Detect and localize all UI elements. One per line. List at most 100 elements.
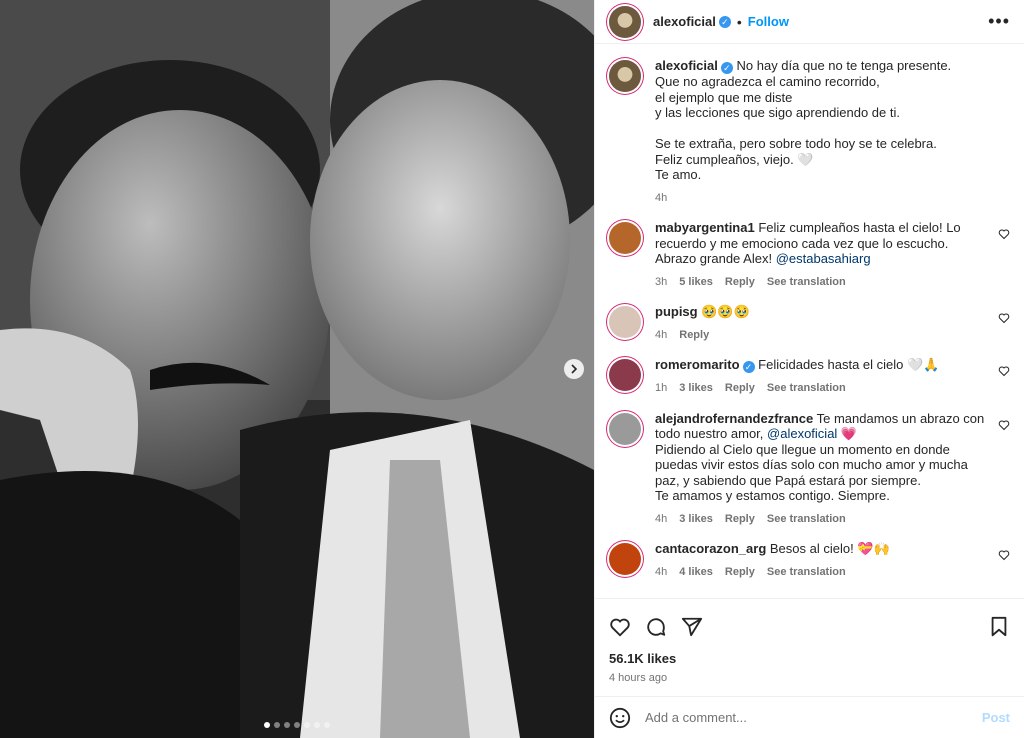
see-translation-button[interactable]: See translation (767, 565, 846, 581)
comment-text: pupisg 🥹🥹🥹 (655, 304, 986, 320)
reply-button[interactable]: Reply (725, 512, 755, 528)
caption-username[interactable]: alexoficial (655, 58, 718, 73)
verified-icon: ✓ (742, 361, 755, 373)
comment-meta: 3h 5 likes Reply See translation (655, 275, 986, 291)
comment-content: Felicidades hasta el cielo 🤍🙏 (758, 357, 940, 372)
comment-meta: 4h Reply (655, 328, 986, 344)
comment-username[interactable]: mabyargentina1 (655, 220, 755, 235)
comment-mention[interactable]: @estabasahiarg (776, 251, 871, 266)
comment-username[interactable]: romeromarito (655, 357, 740, 372)
see-translation-button[interactable]: See translation (767, 512, 846, 528)
comment-like-icon[interactable] (998, 312, 1010, 324)
caption-time: 4h (655, 191, 668, 204)
reply-button[interactable]: Reply (725, 381, 755, 397)
post-header: alexoficial ✓ • Follow ••• (595, 0, 1024, 44)
comment-text: alejandrofernandezfrance Te mandamos un … (655, 411, 986, 504)
heart-icon[interactable] (609, 616, 631, 638)
comment-extra: Pidiendo al Cielo que llegue un momento … (655, 441, 968, 504)
commenter-avatar[interactable] (609, 306, 641, 338)
comment-text: romeromarito ✓ Felicidades hasta el cielo… (655, 357, 986, 373)
author-username[interactable]: alexoficial (653, 14, 716, 29)
post-actions: 56.1K likes 4 hours ago (595, 598, 1024, 696)
comment-text: mabyargentina1 Feliz cumpleaños hasta el… (655, 220, 986, 267)
comment-meta: 4h 4 likes Reply See translation (655, 565, 986, 581)
verified-icon: ✓ (720, 62, 733, 74)
emoji-icon[interactable] (609, 707, 631, 729)
comment-body: pupisg 🥹🥹🥹 4h Reply (655, 304, 1010, 343)
commenter-avatar[interactable] (609, 543, 641, 575)
comment-input[interactable] (645, 710, 982, 725)
comment-text: cantacorazon_arg Besos al cielo! 💝🙌 (655, 541, 986, 557)
caption-content: No hay día que no te tenga presente. Que… (655, 58, 952, 182)
comment-username[interactable]: alejandrofernandezfrance (655, 411, 813, 426)
comment-likes[interactable]: 4 likes (679, 565, 713, 581)
instagram-post: alexoficial ✓ • Follow ••• alexoficial ✓ … (0, 0, 1024, 738)
comment-body: romeromarito ✓ Felicidades hasta el cielo… (655, 357, 1010, 397)
carousel-dot (314, 722, 320, 728)
commenter-avatar[interactable] (609, 359, 641, 391)
caption-meta: 4h (655, 191, 986, 207)
photo-scene (0, 0, 594, 738)
carousel-dot (304, 722, 310, 728)
carousel-indicator (0, 722, 594, 728)
likes-count[interactable]: 56.1K likes (609, 651, 1010, 666)
comment-likes[interactable]: 5 likes (679, 275, 713, 291)
action-icons (609, 607, 1010, 647)
comment-like-icon[interactable] (998, 419, 1010, 431)
post-panel: alexoficial ✓ • Follow ••• alexoficial ✓ … (594, 0, 1024, 738)
comment-time: 4h (655, 512, 668, 525)
share-icon[interactable] (681, 616, 703, 638)
comment: romeromarito ✓ Felicidades hasta el cielo… (609, 357, 1010, 397)
comment-username[interactable]: pupisg (655, 304, 698, 319)
commenter-avatar[interactable] (609, 222, 641, 254)
carousel-dot (294, 722, 300, 728)
author-avatar[interactable] (609, 60, 641, 92)
comment-like-icon[interactable] (998, 365, 1010, 377)
carousel-next-button[interactable] (564, 359, 584, 379)
carousel-dot (264, 722, 270, 728)
follow-button[interactable]: Follow (748, 14, 789, 29)
comment: alejandrofernandezfrance Te mandamos un … (609, 411, 1010, 528)
caption-body: alexoficial ✓ No hay día que no te tenga … (655, 58, 1010, 206)
reply-button[interactable]: Reply (725, 565, 755, 581)
comment-like-icon[interactable] (998, 228, 1010, 240)
carousel-dot (284, 722, 290, 728)
comment-body: cantacorazon_arg Besos al cielo! 💝🙌 4h 4… (655, 541, 1010, 580)
comment-time: 4h (655, 565, 668, 578)
caption: alexoficial ✓ No hay día que no te tenga … (609, 58, 1010, 206)
see-translation-button[interactable]: See translation (767, 381, 846, 397)
comments-list[interactable]: alexoficial ✓ No hay día que no te tenga … (595, 44, 1024, 598)
carousel-dot (324, 722, 330, 728)
carousel-dot (274, 722, 280, 728)
commenter-avatar[interactable] (609, 412, 641, 445)
comment-body: alejandrofernandezfrance Te mandamos un … (655, 411, 1010, 528)
comment-icon[interactable] (645, 616, 667, 638)
post-photo[interactable] (0, 0, 594, 738)
comment-body: mabyargentina1 Feliz cumpleaños hasta el… (655, 220, 1010, 290)
bookmark-icon[interactable] (988, 616, 1010, 638)
comment: pupisg 🥹🥹🥹 4h Reply (609, 304, 1010, 343)
comment-time: 3h (655, 275, 668, 288)
reply-button[interactable]: Reply (679, 328, 709, 344)
comment: mabyargentina1 Feliz cumpleaños hasta el… (609, 220, 1010, 290)
chevron-right-icon (571, 364, 578, 374)
see-translation-button[interactable]: See translation (767, 275, 846, 291)
comment-likes[interactable]: 3 likes (679, 381, 713, 397)
comment-username[interactable]: cantacorazon_arg (655, 541, 766, 556)
comment: cantacorazon_arg Besos al cielo! 💝🙌 4h 4… (609, 541, 1010, 580)
comment-time: 4h (655, 328, 668, 341)
comment-likes[interactable]: 3 likes (679, 512, 713, 528)
header-separator: • (736, 13, 742, 30)
add-comment-bar: Post (595, 696, 1024, 738)
verified-icon: ✓ (718, 15, 731, 28)
reply-button[interactable]: Reply (725, 275, 755, 291)
author-avatar[interactable] (609, 5, 641, 38)
comment-content: 🥹🥹🥹 (701, 304, 750, 319)
post-time: 4 hours ago (609, 672, 668, 684)
post-comment-button[interactable]: Post (982, 710, 1010, 725)
comment-mention[interactable]: @alexoficial 💗 (767, 426, 857, 441)
caption-text: alexoficial ✓ No hay día que no te tenga … (655, 58, 986, 183)
comment-like-icon[interactable] (998, 549, 1010, 561)
more-options-icon[interactable]: ••• (988, 11, 1010, 32)
comment-content: Besos al cielo! 💝🙌 (769, 541, 890, 556)
